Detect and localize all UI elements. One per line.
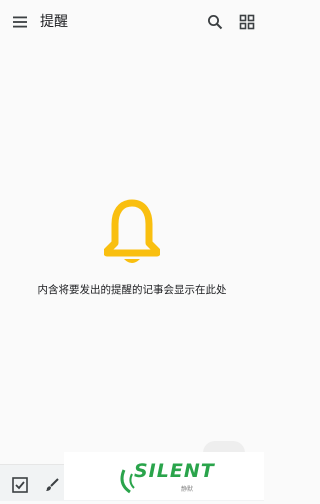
brush-icon[interactable]: [40, 473, 64, 497]
menu-icon[interactable]: [8, 10, 32, 34]
bell-icon: [103, 199, 161, 269]
watermark-subtitle: 静默: [181, 486, 194, 493]
page-title: 提醒: [40, 14, 68, 30]
top-app-bar: 提醒: [0, 0, 264, 44]
watermark-logo: SILENT: [134, 460, 215, 482]
search-icon[interactable]: [203, 10, 227, 34]
empty-state-message: 内含将要发出的提醒的记事会显示在此处: [37, 284, 227, 296]
checkbox-icon[interactable]: [8, 473, 32, 497]
grid-view-icon[interactable]: [235, 10, 259, 34]
